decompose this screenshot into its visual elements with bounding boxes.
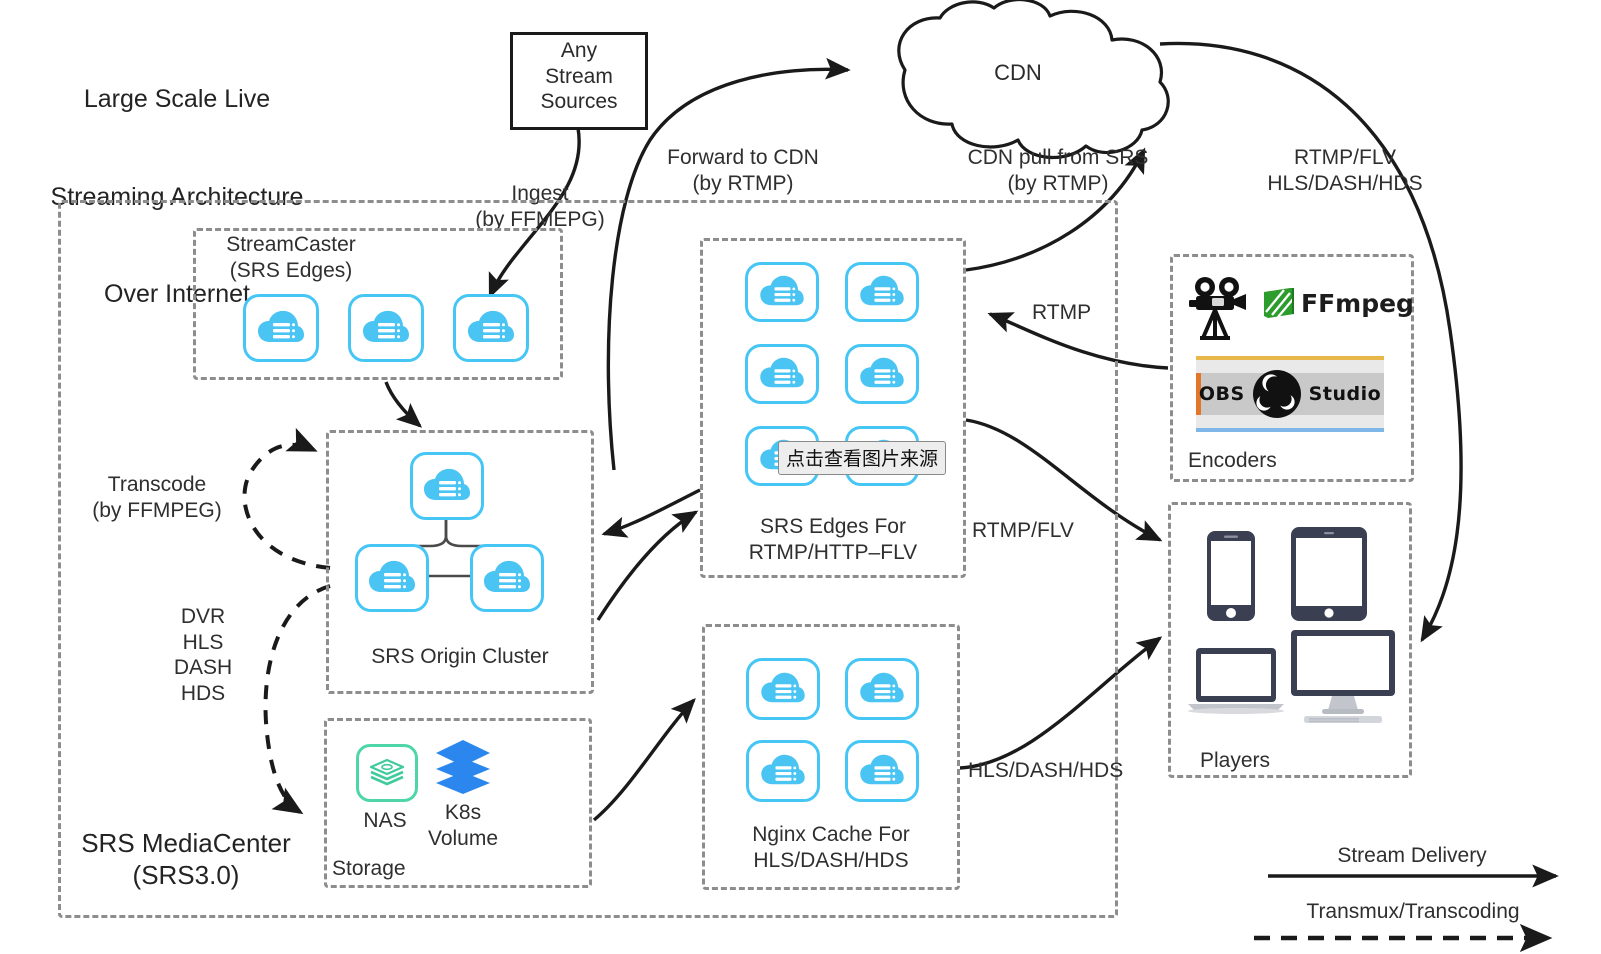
cloud-server-icon[interactable] bbox=[745, 344, 819, 404]
desktop-monitor-icon bbox=[1288, 628, 1398, 729]
cloud-server-icon bbox=[369, 560, 415, 592]
k8s-layers-icon bbox=[436, 740, 490, 794]
players-label: Players bbox=[1200, 749, 1271, 772]
storage-label: Storage bbox=[332, 857, 406, 880]
cloud-server-icon[interactable] bbox=[453, 294, 529, 362]
obs-top-accent bbox=[1196, 356, 1384, 360]
cloud-server-icon[interactable] bbox=[355, 544, 429, 612]
architecture-diagram: Large Scale Live Streaming Architecture … bbox=[0, 0, 1601, 954]
encoders-label: Encoders bbox=[1188, 449, 1277, 472]
nas-label: NAS bbox=[363, 809, 407, 832]
cloud-server-icon bbox=[424, 468, 470, 500]
k8s-layers-icon[interactable] bbox=[430, 738, 496, 798]
tablet-icon bbox=[1290, 526, 1368, 627]
label-forward-to-cdn: Forward to CDN (by RTMP) bbox=[667, 146, 819, 195]
label-rtmp-flv: RTMP/FLV bbox=[972, 519, 1074, 542]
obs-wordmark-left: OBS bbox=[1198, 383, 1245, 405]
movie-camera-icon bbox=[1188, 276, 1252, 342]
obs-mark-icon bbox=[1252, 370, 1301, 418]
srs-edges-label: SRS Edges For RTMP/HTTP–FLV bbox=[748, 515, 918, 564]
movie-camera-icon bbox=[1189, 277, 1246, 340]
label-cdn-pull: CDN pull from SRS (by RTMP) bbox=[967, 146, 1149, 195]
obs-studio-logo: OBS Studio bbox=[1196, 356, 1384, 432]
ffmpeg-icon bbox=[1264, 288, 1295, 318]
cloud-server-icon[interactable] bbox=[745, 262, 819, 322]
cloud-server-icon[interactable] bbox=[470, 544, 544, 612]
cloud-server-icon[interactable] bbox=[845, 740, 919, 802]
cloud-server-icon[interactable] bbox=[746, 740, 820, 802]
cloud-server-icon[interactable] bbox=[845, 658, 919, 720]
ffmpeg-wordmark: FFmpeg bbox=[1301, 288, 1414, 318]
cloud-server-icon[interactable] bbox=[410, 452, 484, 520]
any-stream-sources-label: Any Stream Sources bbox=[540, 39, 618, 114]
laptop-icon bbox=[1186, 646, 1286, 719]
image-source-tooltip[interactable]: 点击查看图片来源 bbox=[778, 441, 947, 475]
desktop-monitor-icon bbox=[1291, 630, 1395, 723]
cloud-server-icon[interactable] bbox=[243, 294, 319, 362]
smartphone-icon bbox=[1207, 531, 1255, 621]
cdn-label: CDN bbox=[994, 60, 1042, 85]
label-dvr-hls-dash-hds: DVR HLS DASH HDS bbox=[173, 605, 233, 705]
label-transcode: Transcode (by FFMPEG) bbox=[92, 473, 222, 522]
label-hls-dash-hds: HLS/DASH/HDS bbox=[968, 759, 1124, 782]
cloud-server-icon bbox=[468, 310, 514, 342]
cloud-server-icon bbox=[363, 310, 409, 342]
nas-stack-icon[interactable] bbox=[356, 744, 418, 802]
laptop-icon bbox=[1188, 648, 1284, 714]
mediacenter-label: SRS MediaCenter (SRS3.0) bbox=[81, 828, 291, 890]
tablet-icon bbox=[1291, 527, 1367, 621]
cloud-server-icon[interactable] bbox=[746, 658, 820, 720]
legend-stream-delivery-label: Stream Delivery bbox=[1337, 844, 1487, 867]
legend-transmux-label: Transmux/Transcoding bbox=[1306, 900, 1520, 923]
cloud-server-icon[interactable] bbox=[845, 262, 919, 322]
label-rtmp: RTMP bbox=[1032, 301, 1092, 324]
k8s-volume-label: K8s Volume bbox=[427, 801, 499, 850]
srs-origin-cluster-label: SRS Origin Cluster bbox=[371, 645, 549, 668]
streamcaster-label: StreamCaster (SRS Edges) bbox=[226, 233, 356, 282]
title-line-1: Large Scale Live bbox=[83, 85, 271, 113]
cloud-server-icon[interactable] bbox=[845, 344, 919, 404]
obs-wordmark-right: Studio bbox=[1308, 383, 1382, 405]
nas-stack-icon bbox=[369, 758, 405, 786]
smartphone-icon bbox=[1206, 530, 1256, 627]
cloud-server-icon[interactable] bbox=[348, 294, 424, 362]
nginx-cache-label: Nginx Cache For HLS/DASH/HDS bbox=[752, 823, 910, 872]
obs-bottom-accent bbox=[1196, 428, 1384, 432]
ffmpeg-logo: FFmpeg bbox=[1262, 286, 1414, 320]
cloud-server-icon bbox=[484, 560, 530, 592]
cloud-server-icon bbox=[258, 310, 304, 342]
label-rtmp-flv-hls: RTMP/FLV HLS/DASH/HDS bbox=[1267, 146, 1423, 195]
